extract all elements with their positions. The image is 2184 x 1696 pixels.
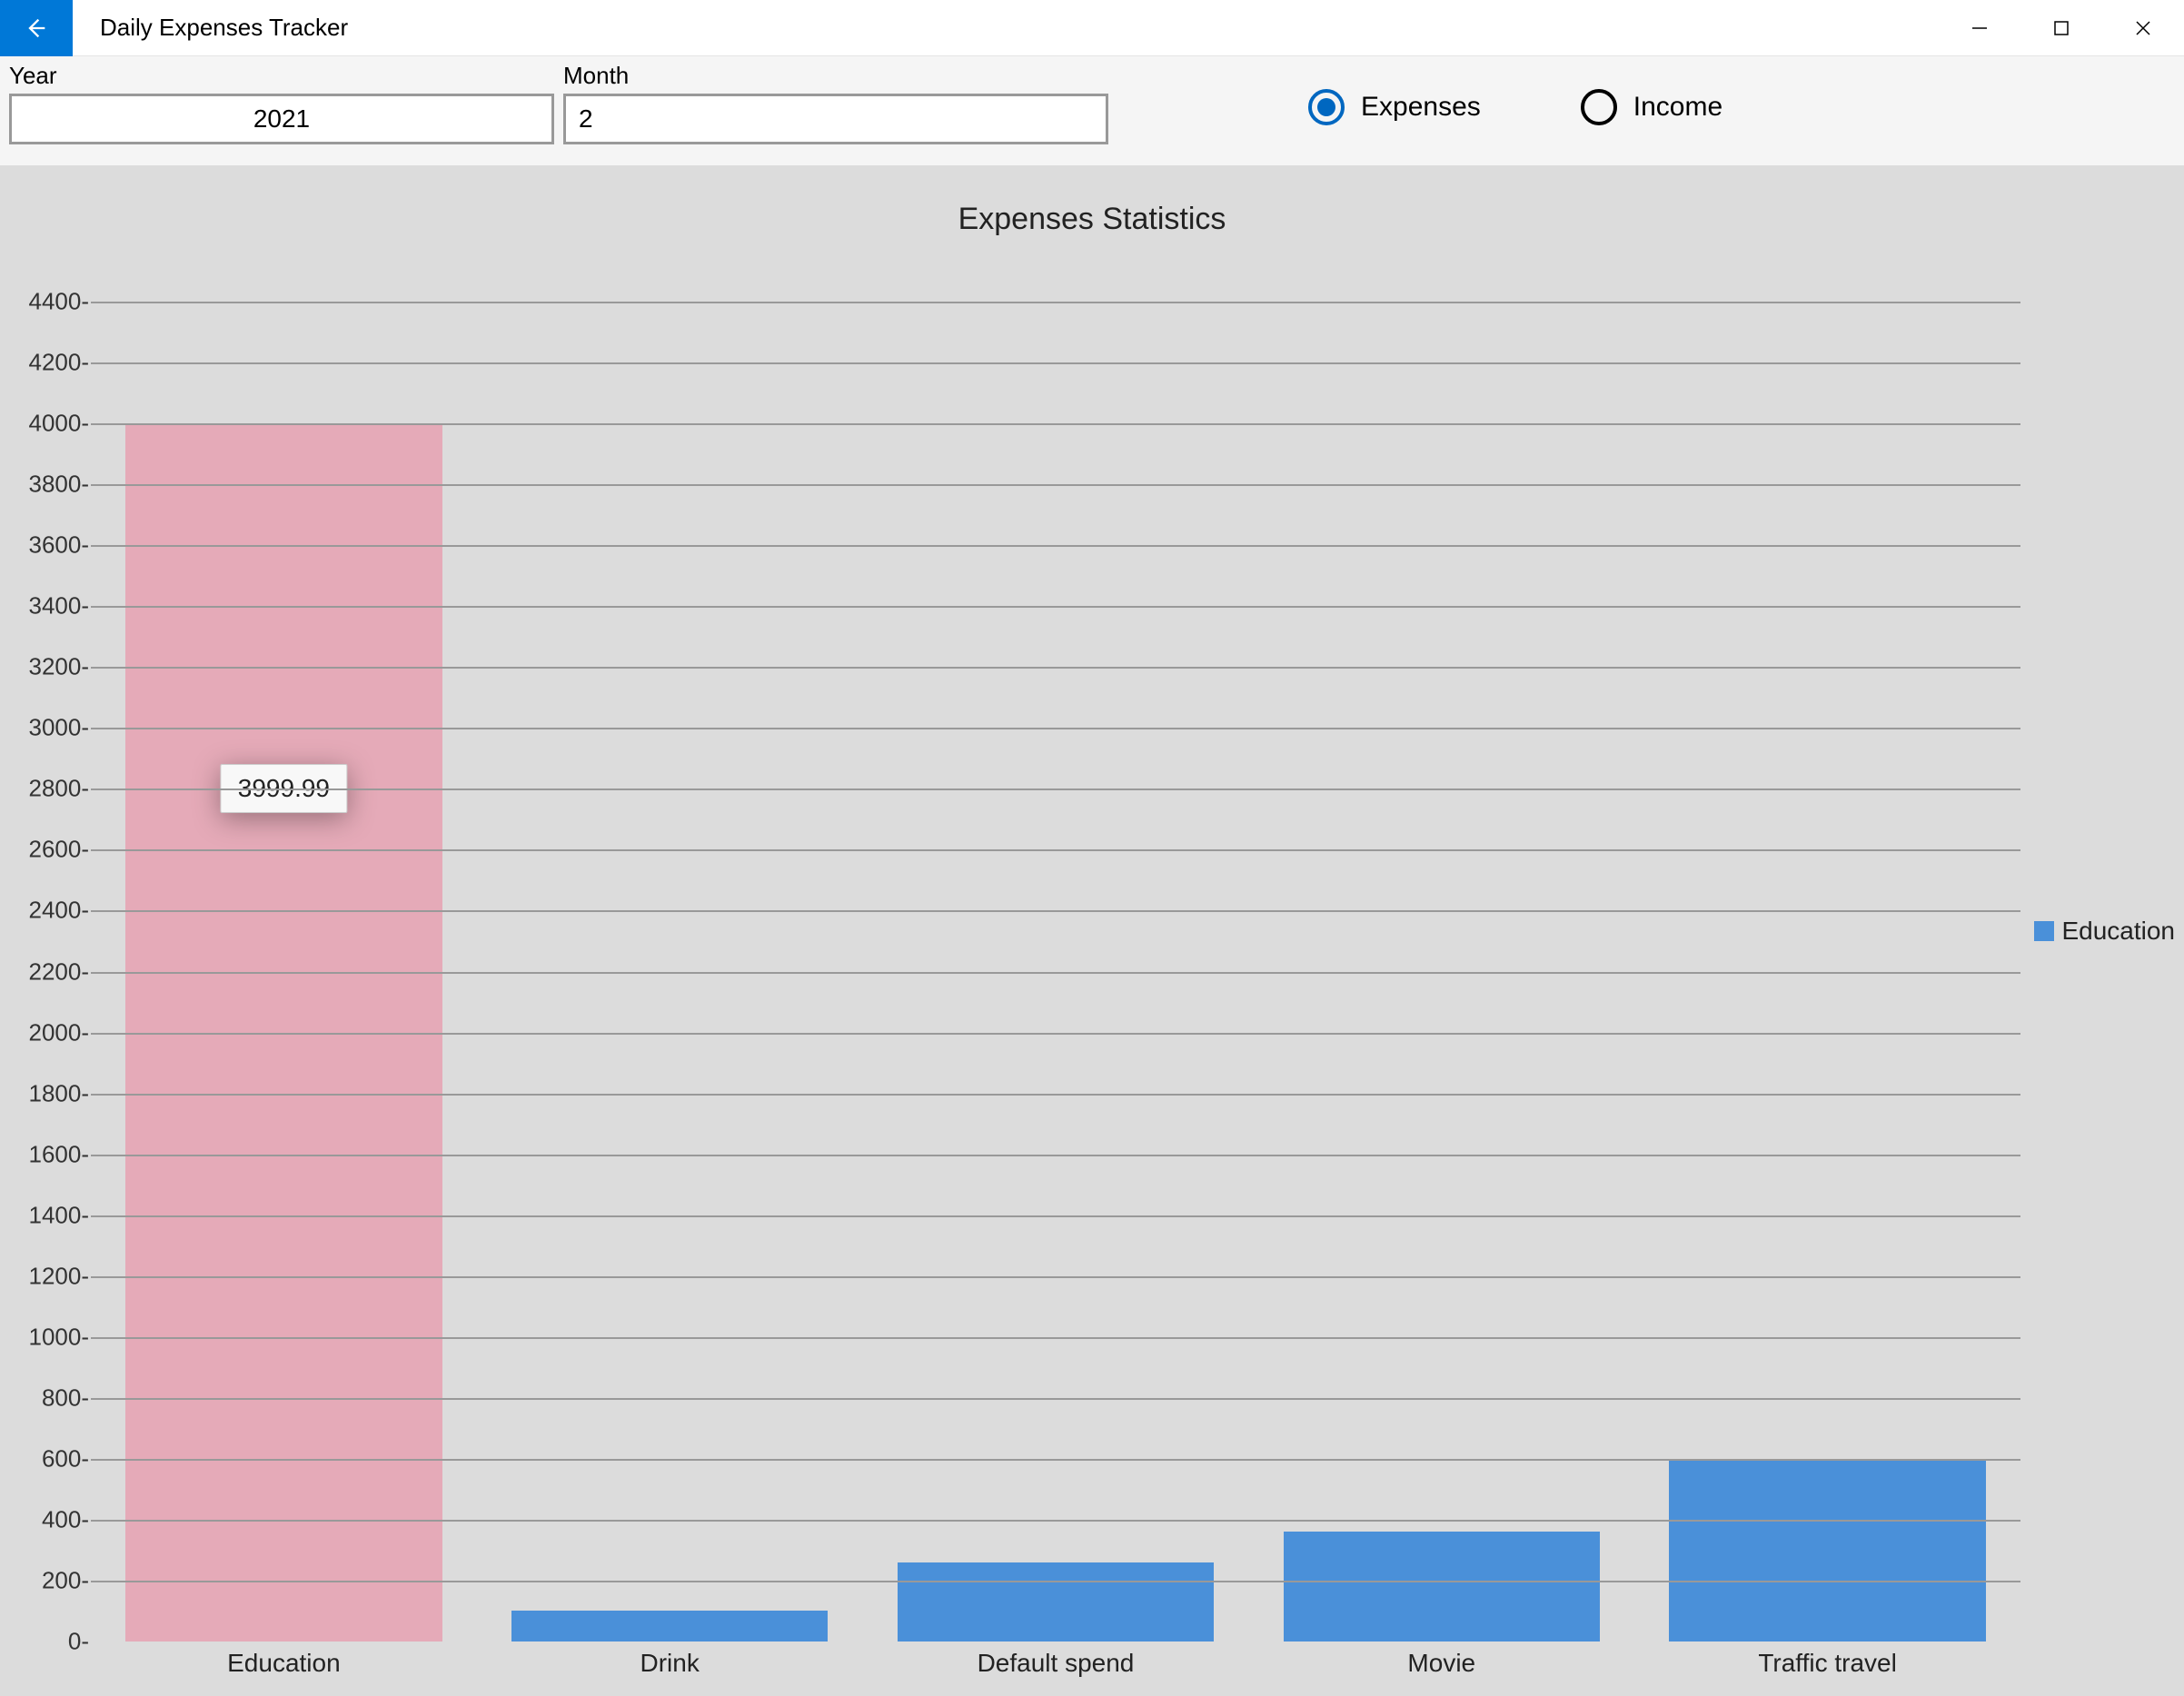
chart-plot: Education3999.99DrinkDefault spendMovieT… (91, 302, 2020, 1641)
radio-dot-icon (1317, 98, 1335, 116)
bar[interactable] (1284, 1532, 1600, 1641)
gridline (91, 788, 2020, 790)
radio-income-label: Income (1633, 92, 1722, 123)
y-tick-label: 200 (42, 1566, 91, 1594)
y-tick-label: 2000 (28, 1018, 91, 1046)
y-tick-label: 3800 (28, 471, 91, 499)
radio-income[interactable]: Income (1581, 89, 1722, 125)
chart-area: Expenses Statistics Education3999.99Drin… (0, 165, 2184, 1696)
bar[interactable] (511, 1611, 828, 1641)
y-tick-label: 3600 (28, 531, 91, 560)
y-tick-label: 1000 (28, 1323, 91, 1351)
title-bar: Daily Expenses Tracker (0, 0, 2184, 56)
gridline (91, 302, 2020, 303)
gridline (91, 849, 2020, 851)
gridline (91, 606, 2020, 608)
legend-swatch-icon (2034, 921, 2054, 941)
maximize-icon (2052, 19, 2070, 37)
gridline (91, 1398, 2020, 1400)
y-tick-label: 1600 (28, 1140, 91, 1168)
x-axis-label: Default spend (978, 1649, 1135, 1678)
y-tick-label: 1400 (28, 1201, 91, 1229)
bar[interactable] (1669, 1459, 1985, 1641)
close-icon (2134, 19, 2152, 37)
gridline (91, 1215, 2020, 1217)
gridline (91, 667, 2020, 669)
chart-legend: Education (2034, 917, 2175, 946)
gridline (91, 362, 2020, 364)
y-tick-label: 2400 (28, 897, 91, 925)
y-tick-label: 3200 (28, 653, 91, 681)
back-button[interactable] (0, 0, 73, 56)
gridline (91, 1033, 2020, 1035)
radio-circle-icon (1308, 89, 1345, 125)
gridline (91, 1155, 2020, 1156)
close-button[interactable] (2102, 0, 2184, 56)
y-tick-label: 3000 (28, 714, 91, 742)
radio-circle-icon (1581, 89, 1617, 125)
y-tick-label: 4000 (28, 410, 91, 438)
app-title: Daily Expenses Tracker (100, 14, 348, 42)
maximize-button[interactable] (2020, 0, 2102, 56)
y-tick-label: 3400 (28, 592, 91, 620)
y-tick-label: 2200 (28, 957, 91, 986)
year-label: Year (9, 62, 554, 90)
y-tick-label: 800 (42, 1384, 91, 1412)
minimize-icon (1971, 19, 1989, 37)
year-input[interactable] (9, 94, 554, 144)
y-tick-label: 600 (42, 1444, 91, 1473)
year-filter: Year (9, 62, 554, 144)
bar[interactable] (898, 1562, 1214, 1641)
minimize-button[interactable] (1939, 0, 2020, 56)
y-tick-label: 2800 (28, 775, 91, 803)
gridline (91, 1581, 2020, 1582)
x-axis-label: Movie (1407, 1649, 1475, 1678)
radio-expenses-label: Expenses (1361, 92, 1481, 123)
y-tick-label: 2600 (28, 836, 91, 864)
gridline (91, 423, 2020, 425)
gridline (91, 1276, 2020, 1278)
gridline (91, 484, 2020, 486)
x-axis-label: Education (227, 1649, 341, 1678)
filter-bar: Year Month Expenses Income (0, 56, 2184, 165)
month-label: Month (563, 62, 1108, 90)
x-axis-label: Traffic travel (1758, 1649, 1896, 1678)
gridline (91, 1094, 2020, 1096)
y-tick-label: 0 (68, 1628, 91, 1656)
gridline (91, 1459, 2020, 1461)
back-arrow-icon (24, 15, 49, 41)
y-tick-label: 4400 (28, 288, 91, 316)
y-tick-label: 4200 (28, 349, 91, 377)
gridline (91, 972, 2020, 974)
view-toggle: Expenses Income (1308, 89, 1722, 125)
y-tick-label: 400 (42, 1505, 91, 1533)
gridline (91, 1337, 2020, 1339)
gridline (91, 1520, 2020, 1522)
month-input[interactable] (563, 94, 1108, 144)
radio-expenses[interactable]: Expenses (1308, 89, 1481, 125)
gridline (91, 728, 2020, 729)
window-controls (1939, 0, 2184, 56)
gridline (91, 910, 2020, 912)
month-filter: Month (563, 62, 1108, 144)
gridline (91, 545, 2020, 547)
y-tick-label: 1200 (28, 1262, 91, 1290)
chart-title: Expenses Statistics (0, 165, 2184, 237)
y-tick-label: 1800 (28, 1079, 91, 1107)
legend-label: Education (2061, 917, 2175, 946)
x-axis-label: Drink (640, 1649, 700, 1678)
